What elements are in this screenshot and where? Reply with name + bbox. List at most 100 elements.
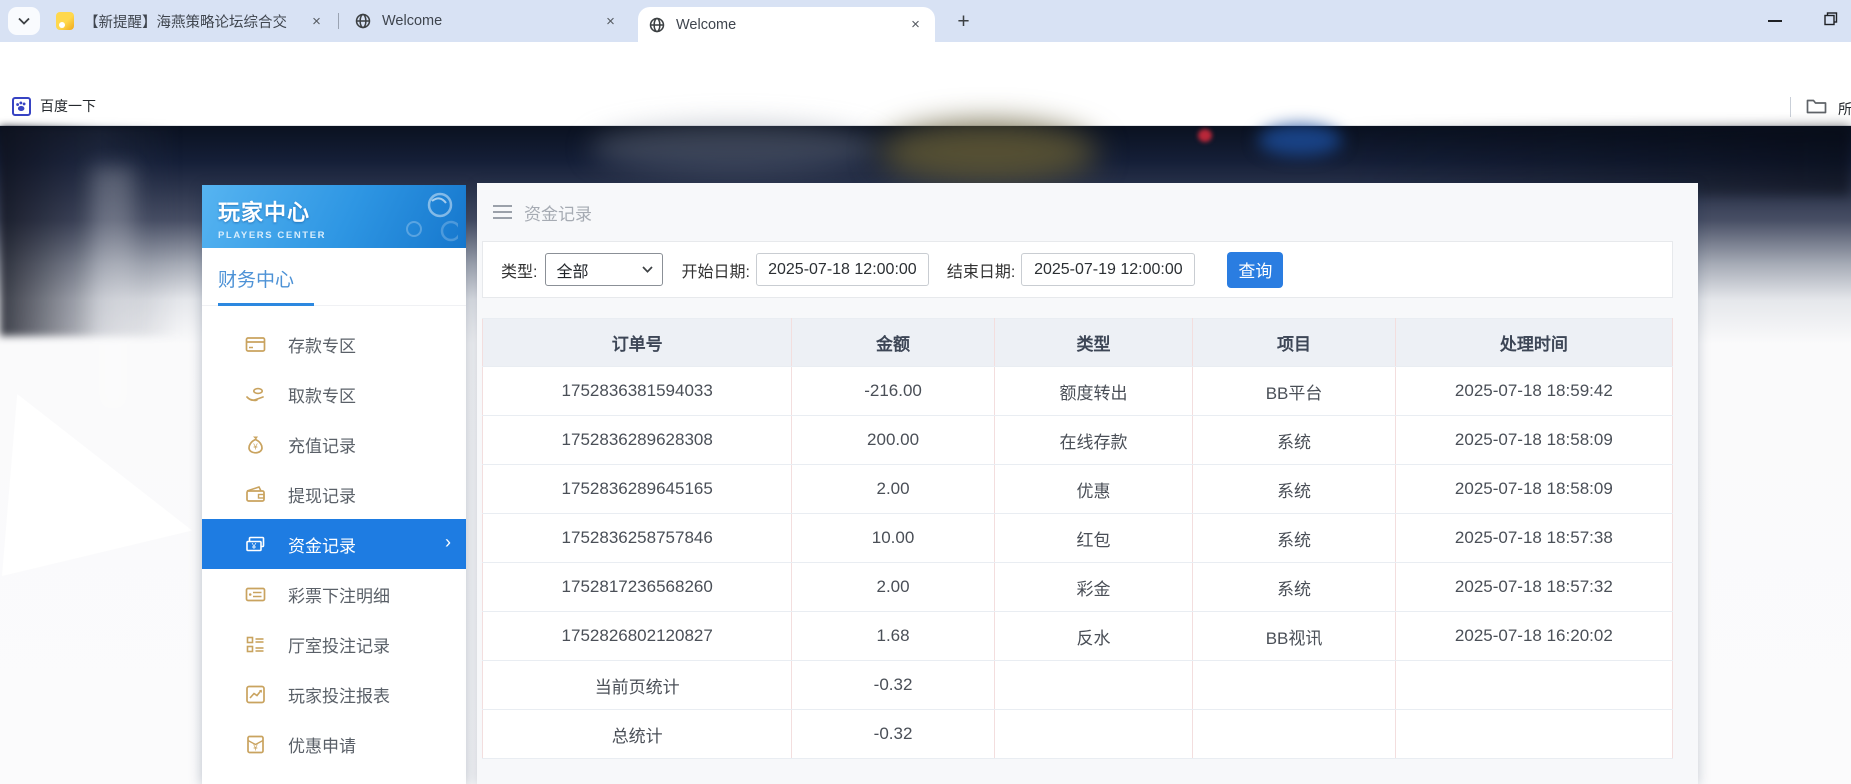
cell-amount: 2.00 [792, 465, 994, 514]
type-select-value: 全部 [556, 258, 588, 282]
lottery-list-icon [245, 584, 266, 605]
globe-icon [648, 16, 666, 34]
banner-blur-red-dot [1198, 129, 1212, 142]
col-type: 类型 [994, 319, 1193, 367]
cell-project: 系统 [1193, 416, 1395, 465]
browser-toolbar: ← → js13.cc/hhcp/usercenter.html?iniType… [0, 42, 1851, 88]
window-minimize-button[interactable] [1768, 20, 1782, 22]
sidebar-item-label: 资金记录 [288, 532, 356, 557]
cell-summary-label: 当前页统计 [483, 661, 792, 710]
start-date-input[interactable] [756, 253, 929, 286]
sidebar-section-title: 财务中心 [202, 248, 466, 292]
cell-summary-label: 总统计 [483, 710, 792, 759]
bookmarks-overflow-label[interactable]: 所 [1838, 99, 1851, 119]
withdraw-hand-icon [245, 384, 266, 405]
cell-type: 额度转出 [994, 367, 1193, 416]
sidebar-item-lottery-bet-detail[interactable]: 彩票下注明细 [202, 569, 466, 619]
main-panel: 资金记录 类型: 全部 开始日期: 结束日期: 查询 订单号 金额 类型 [477, 183, 1698, 784]
baidu-paw-icon [12, 97, 31, 116]
moneybag-icon: ¥ [245, 434, 266, 455]
query-button[interactable]: 查询 [1227, 252, 1283, 288]
cell-empty [1395, 710, 1672, 759]
tab-welcome-1[interactable]: Welcome × [344, 0, 630, 42]
cell-order: 1752836289628308 [483, 416, 792, 465]
wallet-icon [245, 484, 266, 505]
window-restore-button[interactable] [1824, 12, 1838, 26]
funds-cards-icon: ¥ [245, 534, 266, 555]
table-row: 1752836381594033-216.00额度转出BB平台2025-07-1… [483, 367, 1673, 416]
sidebar-item-label: 提现记录 [288, 482, 356, 507]
bookmarks-divider [1790, 97, 1791, 117]
cell-order: 1752836381594033 [483, 367, 792, 416]
sidebar-item-label: 优惠申请 [288, 732, 356, 757]
new-tab-button[interactable]: + [950, 8, 977, 35]
cell-empty [1193, 710, 1395, 759]
cell-time: 2025-07-18 18:59:42 [1395, 367, 1672, 416]
table-row: 17528268021208271.68反水BB视讯2025-07-18 16:… [483, 612, 1673, 661]
type-label: 类型: [501, 258, 537, 282]
chevron-right-icon: › [445, 532, 451, 553]
cell-order: 1752826802120827 [483, 612, 792, 661]
cell-amount: -216.00 [792, 367, 994, 416]
close-icon[interactable]: × [601, 12, 620, 31]
promo-envelope-icon: ¥ [245, 734, 266, 755]
table-row-page-summary: 当前页统计-0.32 [483, 661, 1673, 710]
bookmark-baidu[interactable]: 百度一下 [12, 96, 96, 116]
folder-icon[interactable] [1806, 97, 1827, 115]
sidebar-item-promo-apply[interactable]: ¥ 优惠申请 [202, 719, 466, 769]
records-table: 订单号 金额 类型 项目 处理时间 1752836381594033-216.0… [482, 318, 1673, 759]
end-date-input[interactable] [1021, 253, 1195, 286]
globe-icon [354, 12, 372, 30]
tab-forum[interactable]: 【新提醒】海燕策略论坛综合交 × [46, 0, 336, 42]
close-icon[interactable]: × [307, 12, 326, 31]
sidebar-item-withdrawal-record[interactable]: 提现记录 [202, 469, 466, 519]
cell-type: 优惠 [994, 465, 1193, 514]
section-underline [202, 303, 466, 306]
table-row: 175283625875784610.00红包系统2025-07-18 18:5… [483, 514, 1673, 563]
cell-order: 1752836289645165 [483, 465, 792, 514]
background-triangle-decoration [2, 394, 192, 576]
bubbles-decoration-icon [394, 191, 458, 243]
type-select[interactable]: 全部 [545, 253, 663, 286]
cell-empty [1395, 661, 1672, 710]
filter-bar: 类型: 全部 开始日期: 结束日期: 查询 [482, 241, 1673, 298]
sidebar-item-recharge-record[interactable]: ¥ 充值记录 [202, 419, 466, 469]
sidebar-item-deposit[interactable]: 存款专区 [202, 319, 466, 369]
cell-amount: 2.00 [792, 563, 994, 612]
col-time: 处理时间 [1395, 319, 1672, 367]
tab-title: Welcome [382, 13, 601, 29]
cell-amount: 10.00 [792, 514, 994, 563]
page-title: 资金记录 [524, 200, 592, 225]
cell-type: 反水 [994, 612, 1193, 661]
tab-welcome-2-active[interactable]: Welcome × [638, 7, 935, 42]
report-chart-icon [245, 684, 266, 705]
hall-list-icon [245, 634, 266, 655]
col-amount: 金额 [792, 319, 994, 367]
col-order-no: 订单号 [483, 319, 792, 367]
sidebar-item-label: 玩家投注报表 [288, 682, 390, 707]
chat-yellow-icon [56, 12, 74, 30]
sidebar-item-funds-record[interactable]: ¥ 资金记录 › [202, 519, 466, 569]
table-row: 17528362896451652.00优惠系统2025-07-18 18:58… [483, 465, 1673, 514]
cell-amount: -0.32 [792, 710, 994, 759]
cell-project: 系统 [1193, 514, 1395, 563]
col-project: 项目 [1193, 319, 1395, 367]
webpage-background: 玩家中心 PLAYERS CENTER 财务中心 存款专区 取款专区 ¥ 充值记… [0, 126, 1851, 784]
sidebar-item-player-bet-report[interactable]: 玩家投注报表 [202, 669, 466, 719]
cell-amount: 200.00 [792, 416, 994, 465]
banner-blur-blue [1258, 124, 1342, 156]
sidebar-item-hall-bet-record[interactable]: 厅室投注记录 [202, 619, 466, 669]
tab-divider [338, 13, 339, 29]
cell-empty [994, 661, 1193, 710]
close-icon[interactable]: × [906, 15, 925, 34]
chevron-down-icon [18, 17, 30, 25]
cell-type: 红包 [994, 514, 1193, 563]
tab-search-chevron-button[interactable] [8, 7, 40, 35]
cell-project: BB视讯 [1193, 612, 1395, 661]
cell-project: 系统 [1193, 563, 1395, 612]
svg-text:¥: ¥ [252, 442, 258, 451]
sidebar-item-withdraw[interactable]: 取款专区 [202, 369, 466, 419]
sidebar-menu: 存款专区 取款专区 ¥ 充值记录 提现记录 ¥ 资金记录 › 彩票下注明细 [202, 319, 466, 769]
svg-text:¥: ¥ [251, 541, 257, 550]
table-row: 17528172365682602.00彩金系统2025-07-18 18:57… [483, 563, 1673, 612]
